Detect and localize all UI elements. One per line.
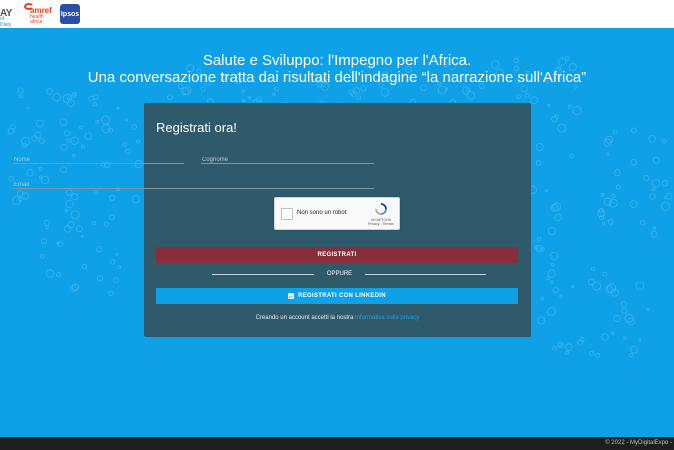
ipsos-logo[interactable]: Ipsos bbox=[60, 4, 80, 24]
registration-title: Registrati ora! bbox=[156, 120, 237, 135]
cognome-input[interactable] bbox=[201, 153, 374, 167]
amref-logo-subtext: health africa bbox=[30, 14, 44, 25]
recaptcha-links[interactable]: Privacy - Termini bbox=[368, 222, 394, 226]
recaptcha-logo-icon bbox=[375, 203, 387, 215]
hero-title-line-1: Salute e Sviluppo: l'Impegno per l'Afric… bbox=[202, 52, 472, 69]
linkedin-button-label: REGISTRATI CON LINKEDIN bbox=[298, 293, 386, 299]
day-logo[interactable]: AY of Dialy bbox=[0, 3, 16, 29]
recaptcha-label: Non sono un robot bbox=[297, 210, 347, 216]
copyright-text: © 2022 - MyDigitalExpo - bbox=[605, 440, 672, 446]
consent-prefix: Creando un account accetti la nostra bbox=[255, 315, 356, 321]
amref-logo[interactable]: amref health africa bbox=[24, 3, 54, 25]
recaptcha-checkbox[interactable] bbox=[281, 208, 293, 220]
nome-field[interactable] bbox=[13, 148, 184, 167]
divider-right bbox=[365, 274, 486, 275]
linkedin-register-button[interactable]: in REGISTRATI CON LINKEDIN bbox=[156, 288, 518, 304]
register-button[interactable]: REGISTRATI bbox=[156, 247, 518, 263]
hero-title-line-2: Una conversazione tratta dai risultati d… bbox=[87, 69, 587, 86]
top-header-bar: AY of Dialy amref health africa Ipsos bbox=[0, 0, 674, 28]
email-field[interactable] bbox=[13, 173, 374, 192]
registration-panel: Registrati ora! Non sono un robot reCAPT… bbox=[144, 103, 531, 337]
ipsos-logo-text: Ipsos bbox=[60, 10, 80, 18]
email-input[interactable] bbox=[13, 178, 374, 192]
recaptcha-widget[interactable]: Non sono un robot reCAPTCHA Privacy - Te… bbox=[274, 197, 400, 230]
day-logo-subtext: of Dialy bbox=[0, 16, 12, 28]
nome-input[interactable] bbox=[13, 153, 184, 167]
privacy-policy-link[interactable]: Informativa sulla privacy bbox=[355, 315, 419, 321]
or-separator: OPPURE bbox=[326, 271, 353, 277]
divider-left bbox=[212, 274, 314, 275]
linkedin-icon: in bbox=[288, 293, 295, 299]
cognome-field[interactable] bbox=[201, 148, 374, 167]
privacy-consent-text: Creando un account accetti la nostra Inf… bbox=[144, 315, 531, 321]
footer: © 2022 - MyDigitalExpo - bbox=[0, 437, 674, 450]
